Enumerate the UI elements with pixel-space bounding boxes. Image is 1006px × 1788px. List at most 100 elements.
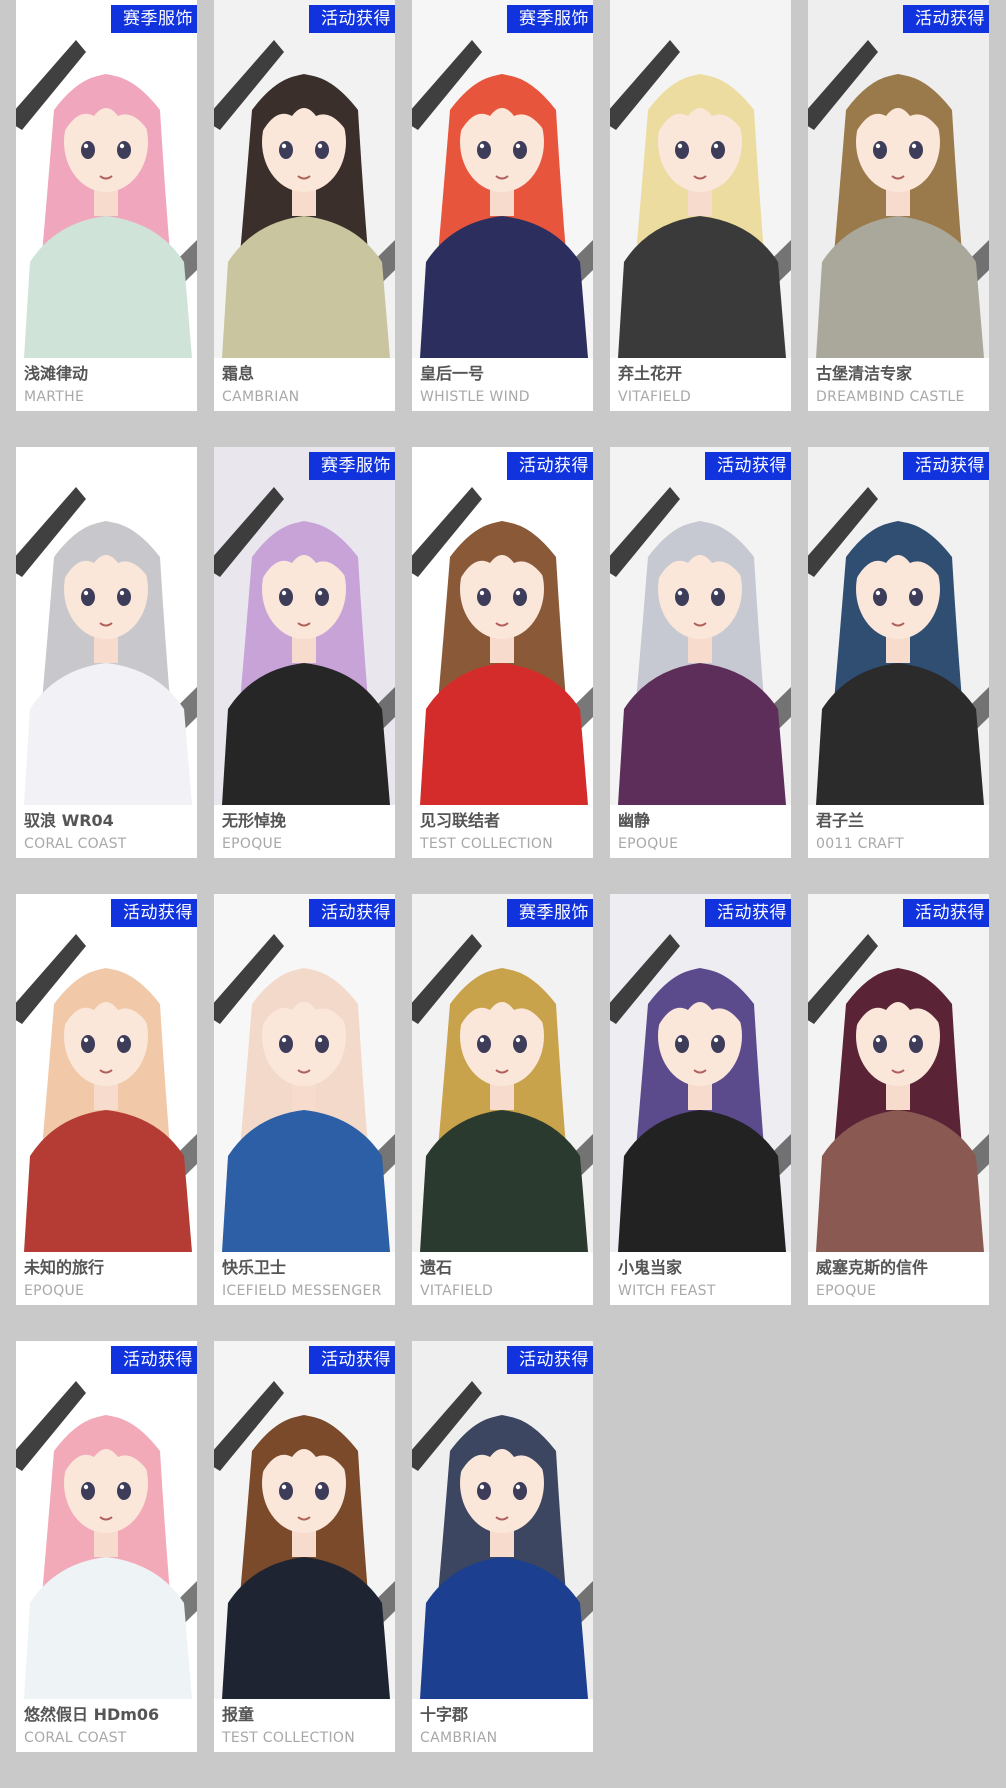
acquisition-badge: 赛季服饰 — [507, 5, 593, 33]
skin-info: 君子兰 0011 CRAFT — [808, 805, 989, 858]
skin-name: 君子兰 — [816, 811, 865, 830]
skin-card[interactable]: 赛季服饰皇后一号 WHISTLE WIND — [412, 0, 593, 411]
character-portrait — [808, 0, 989, 358]
acquisition-badge: 赛季服饰 — [507, 899, 593, 927]
skin-series: TEST COLLECTION — [222, 1730, 355, 1746]
skin-name: 见习联结者 — [420, 811, 501, 830]
skin-card[interactable]: 赛季服饰 无形悼挽 EPOQUE — [214, 447, 395, 858]
skin-series: VITAFIELD — [618, 389, 692, 405]
skin-series: ICEFIELD MESSENGER — [222, 1283, 382, 1299]
skin-series: EPOQUE — [222, 836, 283, 852]
skin-card[interactable]: 活动获得 幽静 EPOQUE — [610, 447, 791, 858]
skin-info: 报童 TEST COLLECTION — [214, 1699, 395, 1752]
skin-series: CAMBRIAN — [420, 1730, 498, 1746]
skin-series: CORAL COAST — [24, 836, 127, 852]
skin-artwork — [16, 894, 197, 1252]
skin-name: 报童 — [222, 1705, 255, 1724]
skin-artwork — [808, 0, 989, 358]
skin-artwork — [610, 894, 791, 1252]
character-portrait — [412, 0, 593, 358]
skin-name: 遗石 — [420, 1258, 453, 1277]
character-portrait — [16, 447, 197, 805]
acquisition-badge: 活动获得 — [705, 452, 791, 480]
skin-series: CORAL COAST — [24, 1730, 127, 1746]
skin-card[interactable]: 驭浪 WR04 CORAL COAST — [16, 447, 197, 858]
skin-card[interactable]: 活动获得 小鬼当家 WITCH FEAST — [610, 894, 791, 1305]
skin-info: 皇后一号 WHISTLE WIND — [412, 358, 593, 411]
character-portrait — [808, 447, 989, 805]
skin-info: 弃土花开 VITAFIELD — [610, 358, 791, 411]
skin-card[interactable]: 活动获得未知的旅行 EPOQUE — [16, 894, 197, 1305]
skin-info: 小鬼当家 WITCH FEAST — [610, 1252, 791, 1305]
skin-series: DREAMBIND CASTLE — [816, 389, 965, 405]
skin-card[interactable]: 活动获得见习联结者 TEST COLLECTION — [412, 447, 593, 858]
skin-card[interactable]: 活动获得快乐卫士 ICEFIELD MESSENGER — [214, 894, 395, 1305]
skin-series: MARTHE — [24, 389, 85, 405]
skin-card[interactable]: 活动获得 十字郡 CAMBRIAN — [412, 1341, 593, 1752]
skin-name: 小鬼当家 — [618, 1258, 683, 1277]
character-portrait — [610, 0, 791, 358]
skin-series: TEST COLLECTION — [420, 836, 553, 852]
skin-artwork — [16, 0, 197, 358]
skin-artwork — [808, 894, 989, 1252]
skin-artwork — [412, 447, 593, 805]
character-portrait — [808, 894, 989, 1252]
skin-card[interactable]: 活动获得霜息 CAMBRIAN — [214, 0, 395, 411]
character-portrait — [16, 894, 197, 1252]
acquisition-badge: 活动获得 — [309, 5, 395, 33]
skin-series: EPOQUE — [24, 1283, 85, 1299]
acquisition-badge: 活动获得 — [111, 899, 197, 927]
skin-artwork — [214, 0, 395, 358]
skin-series: VITAFIELD — [420, 1283, 494, 1299]
skin-name: 驭浪 WR04 — [24, 811, 114, 830]
character-portrait — [16, 1341, 197, 1699]
skin-name: 浅滩律动 — [24, 364, 89, 383]
acquisition-badge: 活动获得 — [507, 452, 593, 480]
acquisition-badge: 活动获得 — [309, 1346, 395, 1374]
skin-series: WITCH FEAST — [618, 1283, 716, 1299]
acquisition-badge: 活动获得 — [903, 899, 989, 927]
skin-name: 霜息 — [222, 364, 255, 383]
skin-card[interactable]: 活动获得威塞克斯的信件 EPOQUE — [808, 894, 989, 1305]
skin-info: 无形悼挽 EPOQUE — [214, 805, 395, 858]
skin-info: 未知的旅行 EPOQUE — [16, 1252, 197, 1305]
acquisition-badge: 赛季服饰 — [111, 5, 197, 33]
character-portrait — [214, 447, 395, 805]
character-portrait — [412, 894, 593, 1252]
character-portrait — [214, 0, 395, 358]
skin-name: 幽静 — [618, 811, 651, 830]
skin-name: 皇后一号 — [420, 364, 485, 383]
skin-card[interactable]: 弃土花开 VITAFIELD — [610, 0, 791, 411]
skin-name: 古堡清洁专家 — [816, 364, 913, 383]
skin-name: 悠然假日 HDm06 — [24, 1705, 160, 1724]
skin-info: 悠然假日 HDm06 CORAL COAST — [16, 1699, 197, 1752]
skin-artwork — [808, 447, 989, 805]
skin-series: WHISTLE WIND — [420, 389, 530, 405]
character-portrait — [412, 447, 593, 805]
skin-series: CAMBRIAN — [222, 389, 300, 405]
skin-name: 威塞克斯的信件 — [816, 1258, 929, 1277]
skin-card[interactable]: 活动获得报童 TEST COLLECTION — [214, 1341, 395, 1752]
skin-info: 遗石 VITAFIELD — [412, 1252, 593, 1305]
skin-name: 无形悼挽 — [222, 811, 287, 830]
skin-card[interactable]: 活动获得 古堡清洁专家 DREAMBIND CASTLE — [808, 0, 989, 411]
skin-series: EPOQUE — [816, 1283, 877, 1299]
skin-card[interactable]: 赛季服饰浅滩律动 MARTHE — [16, 0, 197, 411]
skin-artwork — [214, 447, 395, 805]
acquisition-badge: 活动获得 — [903, 452, 989, 480]
skin-name: 十字郡 — [420, 1705, 469, 1724]
skin-name: 未知的旅行 — [24, 1258, 105, 1277]
skin-artwork — [412, 0, 593, 358]
skin-info: 快乐卫士 ICEFIELD MESSENGER — [214, 1252, 395, 1305]
character-portrait — [412, 1341, 593, 1699]
skin-card[interactable]: 赛季服饰遗石 VITAFIELD — [412, 894, 593, 1305]
skin-info: 浅滩律动 MARTHE — [16, 358, 197, 411]
skin-artwork — [412, 1341, 593, 1699]
skin-card[interactable]: 活动获得 悠然假日 HDm06 CORAL COAST — [16, 1341, 197, 1752]
skin-series: 0011 CRAFT — [816, 836, 904, 852]
skin-info: 霜息 CAMBRIAN — [214, 358, 395, 411]
skin-artwork — [16, 447, 197, 805]
skin-name: 弃土花开 — [618, 364, 683, 383]
skin-card[interactable]: 活动获得君子兰 0011 CRAFT — [808, 447, 989, 858]
acquisition-badge: 活动获得 — [309, 899, 395, 927]
